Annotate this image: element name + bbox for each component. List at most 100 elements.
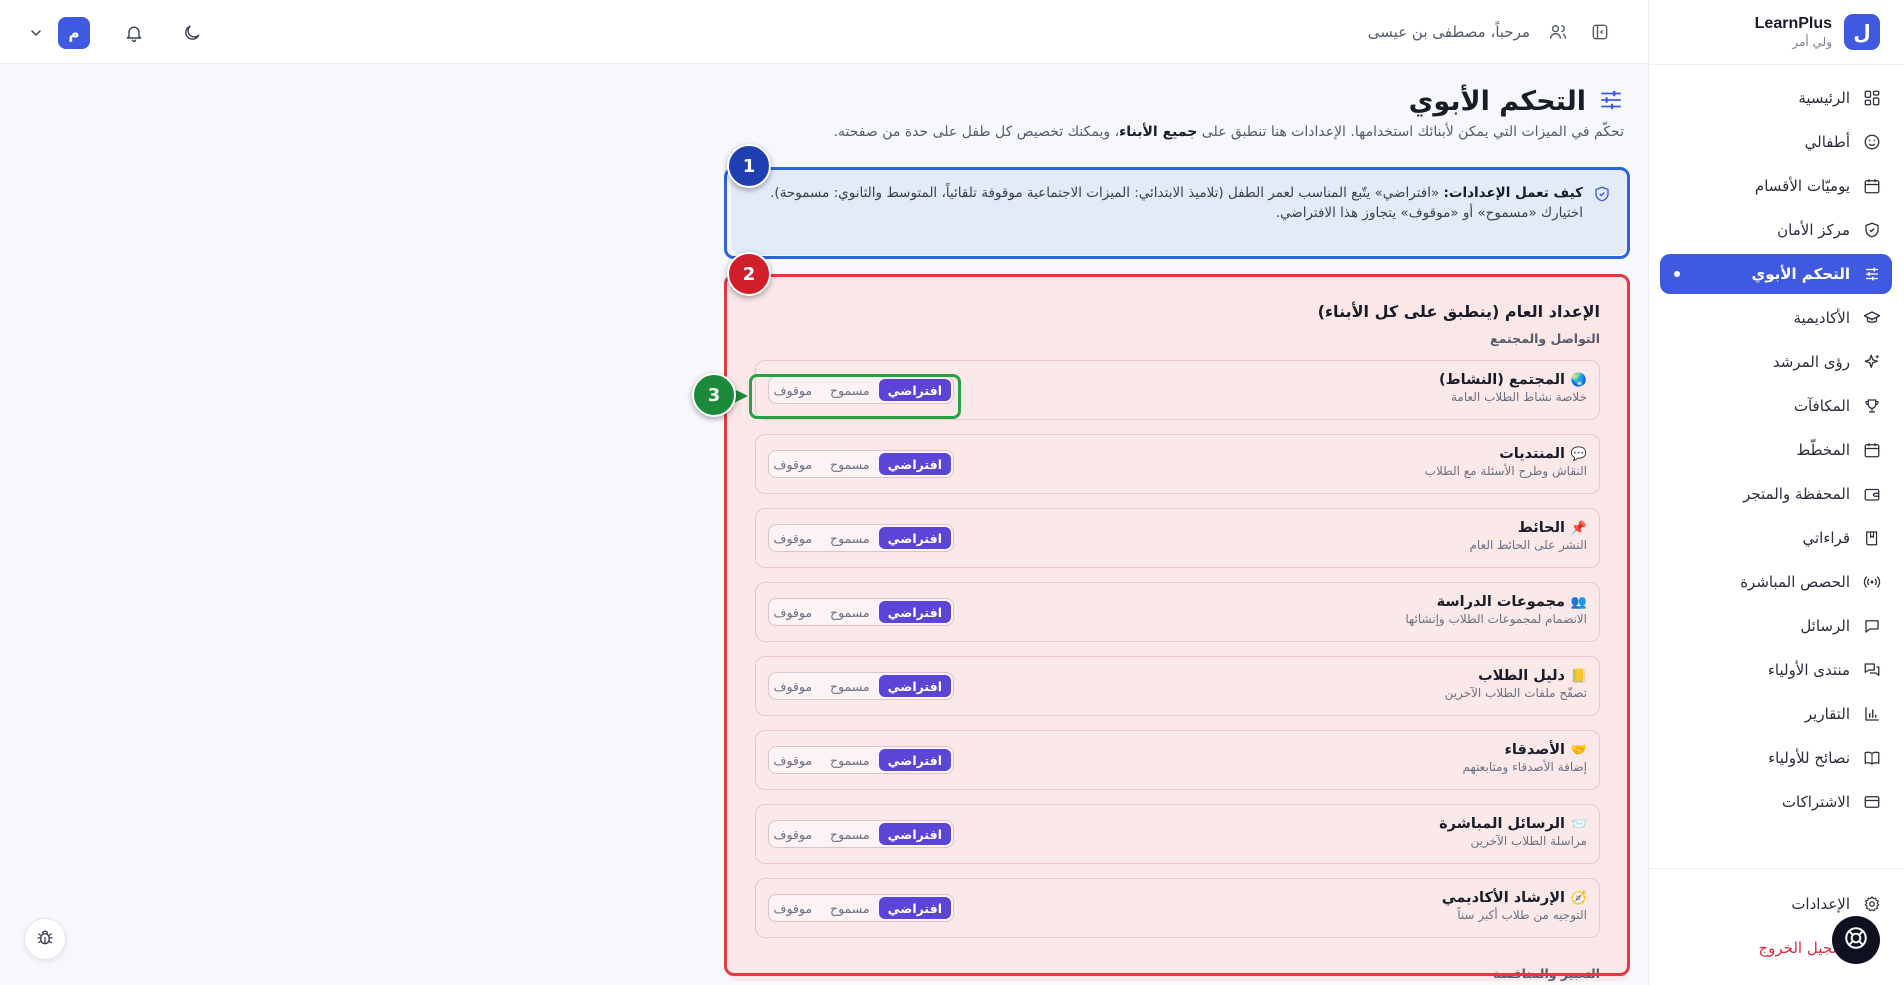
- compass-icon: 🧭: [1570, 890, 1587, 906]
- sidebar-item-live-sessions[interactable]: الحصص المباشرة: [1660, 562, 1892, 602]
- envelope-icon: 📨: [1570, 816, 1587, 832]
- sidebar-item-messages[interactable]: الرسائل: [1660, 606, 1892, 646]
- bar-chart-icon: [1862, 704, 1882, 724]
- sidebar-item-parental-control[interactable]: التحكم الأبوي: [1660, 254, 1892, 294]
- option-default-button[interactable]: افتراضي: [878, 379, 951, 401]
- annotation-badge-3: 3: [692, 373, 736, 417]
- option-blocked-button[interactable]: موقوف: [764, 823, 821, 845]
- bug-icon: [35, 927, 55, 951]
- setting-segmented-control: افتراضي مسموح موقوف: [768, 894, 954, 922]
- setting-title: دليل الطلاب: [1478, 668, 1565, 684]
- setting-title: المجتمع (النشاط): [1438, 372, 1565, 388]
- user-avatar[interactable]: م: [58, 17, 90, 49]
- sidebar-item-label: قراءاتي: [1802, 529, 1850, 547]
- setting-description: مراسلة الطلاب الآخرين: [1470, 834, 1587, 848]
- sidebar-item-my-readings[interactable]: قراءاتي: [1660, 518, 1892, 558]
- setting-row: 🧭 الإرشاد الأكاديمي التوجيه من طلاب أكبر س…: [755, 878, 1600, 938]
- sidebar-item-academy[interactable]: الأكاديمية: [1660, 298, 1892, 338]
- setting-row: 📌 الحائط النشر على الحائط العام افتراضي مسم…: [755, 508, 1600, 568]
- option-default-button[interactable]: افتراضي: [878, 675, 951, 697]
- sidebar-item-rewards[interactable]: المكافآت: [1660, 386, 1892, 426]
- sidebar-toggle-icon[interactable]: [1586, 18, 1614, 46]
- sidebar-item-label: الرئيسية: [1798, 89, 1850, 107]
- global-settings-section: الإعداد العام (ينطبق على كل الأبناء) الت…: [728, 276, 1628, 981]
- sidebar-item-wallet-store[interactable]: المحفظة والمتجر: [1660, 474, 1892, 514]
- shield-icon: [1862, 220, 1882, 240]
- option-allowed-button[interactable]: مسموح: [821, 749, 879, 771]
- option-allowed-button[interactable]: مسموح: [821, 675, 879, 697]
- chevron-down-icon[interactable]: [28, 25, 44, 41]
- message-icon: [1862, 616, 1882, 636]
- page-subtitle: تحكّم في الميزات التي يمكن لأبنائك استخد…: [834, 124, 1624, 140]
- sidebar-item-label: الرسائل: [1800, 617, 1850, 635]
- setting-description: التوجيه من طلاب أكبر سناً: [1457, 908, 1587, 922]
- brand-logo: ل: [1844, 14, 1880, 50]
- option-allowed-button[interactable]: مسموح: [821, 601, 879, 623]
- brand[interactable]: ل LearnPlus ولي أمر: [1755, 14, 1880, 50]
- sidebar-item-subscriptions[interactable]: الاشتراكات: [1660, 782, 1892, 822]
- moon-icon[interactable]: [178, 19, 206, 47]
- info-text: كيف تعمل الإعدادات: «افتراضي» يتّبع المن…: [770, 183, 1583, 255]
- grid-icon: [1862, 88, 1882, 108]
- pushpin-icon: 📌: [1570, 520, 1587, 536]
- option-blocked-button[interactable]: موقوف: [764, 897, 821, 919]
- option-allowed-button[interactable]: مسموح: [821, 379, 879, 401]
- option-blocked-button[interactable]: موقوف: [764, 379, 821, 401]
- setting-title: الأصدقاء: [1504, 742, 1565, 758]
- info-card: كيف تعمل الإعدادات: «افتراضي» يتّبع المن…: [731, 169, 1627, 255]
- option-allowed-button[interactable]: مسموح: [821, 453, 879, 475]
- sidebar-item-label: الحصص المباشرة: [1740, 573, 1850, 591]
- sidebar-item-reports[interactable]: التقارير: [1660, 694, 1892, 734]
- setting-segmented-control: افتراضي مسموح موقوف: [768, 820, 954, 848]
- sidebar-item-class-diaries[interactable]: يوميّات الأقسام: [1660, 166, 1892, 206]
- top-bar-greeting: مرحباً، مصطفى بن عيسى: [1368, 18, 1614, 46]
- option-allowed-button[interactable]: مسموح: [821, 823, 879, 845]
- sidebar-item-home[interactable]: الرئيسية: [1660, 78, 1892, 118]
- page-header: التحكم الأبوي: [1409, 86, 1624, 117]
- speech-bubble-icon: 💬: [1570, 446, 1587, 462]
- option-allowed-button[interactable]: مسموح: [821, 897, 879, 919]
- active-indicator: [1674, 271, 1680, 277]
- option-allowed-button[interactable]: مسموح: [821, 527, 879, 549]
- option-default-button[interactable]: افتراضي: [878, 749, 951, 771]
- group-title: التواصل والمجتمع: [1490, 331, 1600, 346]
- shield-icon: [1593, 185, 1611, 255]
- help-button[interactable]: [1832, 916, 1880, 964]
- bug-report-button[interactable]: [24, 918, 66, 960]
- setting-row: 💬 المنتديات النقاش وطرح الأسئلة مع الطلاب …: [755, 434, 1600, 494]
- sidebar-item-parents-forum[interactable]: منتدى الأولياء: [1660, 650, 1892, 690]
- broadcast-icon: [1862, 572, 1882, 592]
- option-default-button[interactable]: افتراضي: [878, 823, 951, 845]
- sidebar-item-mentor-insights[interactable]: رؤى المرشد: [1660, 342, 1892, 382]
- smile-icon: [1862, 132, 1882, 152]
- option-blocked-button[interactable]: موقوف: [764, 749, 821, 771]
- section-title: الإعداد العام (ينطبق على كل الأبناء): [1317, 302, 1600, 321]
- wallet-icon: [1862, 484, 1882, 504]
- option-default-button[interactable]: افتراضي: [878, 601, 951, 623]
- sidebar-item-safety-center[interactable]: مركز الأمان: [1660, 210, 1892, 250]
- book-icon: [1862, 528, 1882, 548]
- setting-segmented-control: افتراضي مسموح موقوف: [768, 746, 954, 774]
- option-blocked-button[interactable]: موقوف: [764, 527, 821, 549]
- option-default-button[interactable]: افتراضي: [878, 453, 951, 475]
- sidebar-item-label: التحكم الأبوي: [1751, 265, 1850, 283]
- setting-segmented-control: افتراضي مسموح موقوف: [768, 450, 954, 478]
- option-blocked-button[interactable]: موقوف: [764, 453, 821, 475]
- bell-icon[interactable]: [120, 19, 148, 47]
- gear-icon: [1862, 894, 1882, 914]
- option-default-button[interactable]: افتراضي: [878, 897, 951, 919]
- sidebar-item-parent-tips[interactable]: نصائح للأولياء: [1660, 738, 1892, 778]
- setting-title: الإرشاد الأكاديمي: [1441, 890, 1565, 906]
- brand-name: LearnPlus: [1754, 15, 1832, 32]
- sidebar-item-children[interactable]: أطفالي: [1660, 122, 1892, 162]
- top-bar: م مرحباً، مصطفى بن عيسى: [0, 0, 1648, 64]
- option-blocked-button[interactable]: موقوف: [764, 601, 821, 623]
- lifebuoy-icon: [1843, 925, 1869, 955]
- greeting-text: مرحباً، مصطفى بن عيسى: [1367, 23, 1530, 41]
- sidebar: ل LearnPlus ولي أمر الرئيسية أطفالي يومي…: [1648, 0, 1904, 985]
- sidebar-item-planner[interactable]: المخطّط: [1660, 430, 1892, 470]
- option-blocked-button[interactable]: موقوف: [764, 675, 821, 697]
- option-default-button[interactable]: افتراضي: [878, 527, 951, 549]
- credit-card-icon: [1862, 792, 1882, 812]
- setting-description: إضافة الأصدقاء ومتابعتهم: [1462, 760, 1587, 774]
